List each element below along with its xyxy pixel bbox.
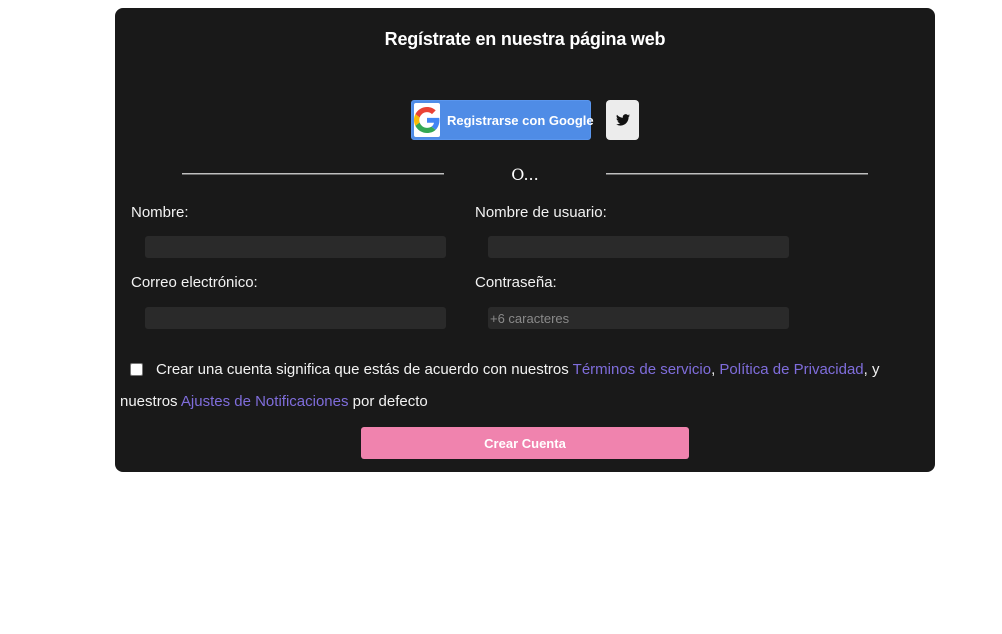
google-logo-container [414,103,440,137]
twitter-bird-icon [615,114,630,126]
separator-line-left [182,173,444,175]
separator-text: O... [511,165,539,184]
privacy-policy-link[interactable]: Política de Privacidad [719,361,863,378]
username-input[interactable] [488,236,789,258]
username-label: Nombre de usuario: [475,204,607,221]
separator-line-right [606,173,868,175]
terms-of-service-link[interactable]: Términos de servicio [573,361,711,378]
notification-settings-link[interactable]: Ajustes de Notificaciones [181,393,349,410]
terms-checkbox[interactable] [130,363,143,376]
twitter-signup-button[interactable] [606,100,639,140]
email-label: Correo electrónico: [131,274,258,291]
password-label: Contraseña: [475,274,557,291]
email-input[interactable] [145,307,446,329]
terms-agreement: Crear una cuenta significa que estás de … [120,354,920,418]
google-signup-label: Registrarse con Google [447,112,594,128]
signup-card: Regístrate en nuestra página web Registr… [115,8,935,472]
terms-text-before: Crear una cuenta significa que estás de … [156,361,569,378]
terms-text-after: por defecto [352,393,428,410]
terms-comma: , [711,361,716,378]
page-title: Regístrate en nuestra página web [384,29,666,49]
create-account-button[interactable]: Crear Cuenta [361,427,689,459]
google-logo-icon [414,107,440,133]
google-signup-button[interactable]: Registrarse con Google [411,100,594,140]
name-input[interactable] [145,236,446,258]
name-label: Nombre: [131,204,189,221]
password-input[interactable] [488,307,789,329]
